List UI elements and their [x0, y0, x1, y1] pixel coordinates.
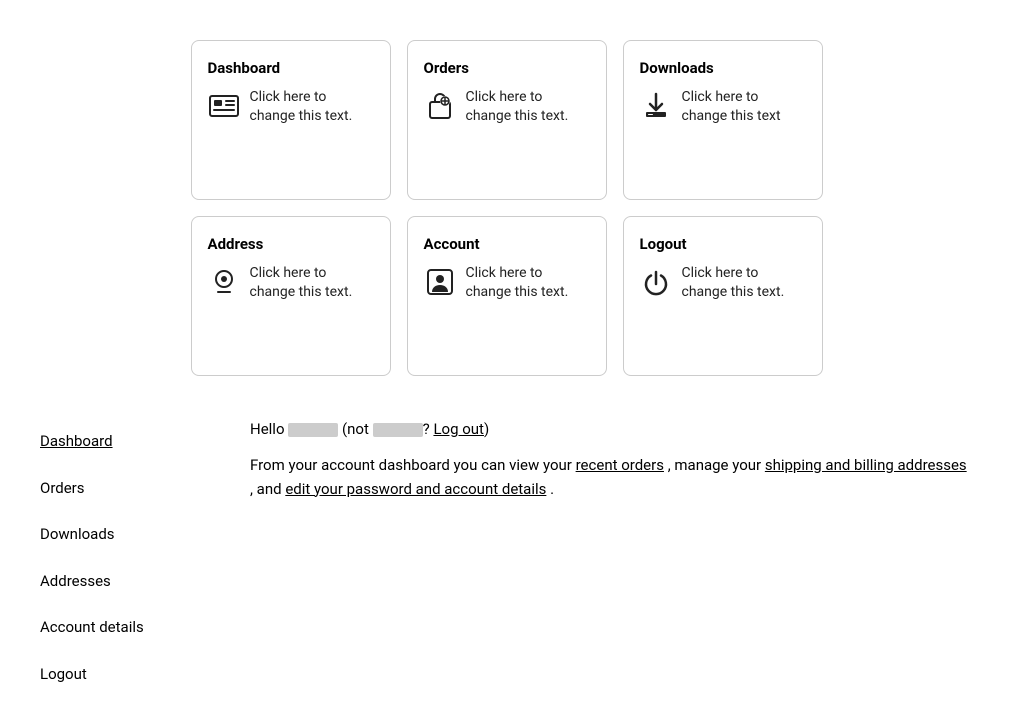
- sidebar-item-addresses[interactable]: Addresses: [40, 558, 190, 605]
- card-dashboard[interactable]: Dashboard Click here to change this text…: [191, 40, 391, 200]
- address-icon: [208, 266, 240, 298]
- desc-text-before: From your account dashboard you can view…: [250, 456, 572, 474]
- card-title-account: Account: [424, 233, 480, 256]
- downloads-icon: [640, 90, 672, 122]
- card-text-downloads: Click here to change this text: [682, 88, 806, 127]
- card-text-account: Click here to change this text.: [466, 264, 590, 303]
- hello-suffix: ?: [423, 420, 430, 438]
- cards-grid: Dashboard Click here to change this text…: [40, 20, 973, 376]
- card-text-logout: Click here to change this text.: [682, 264, 806, 303]
- card-header-orders: Orders: [424, 57, 590, 80]
- hello-prefix: Hello: [250, 420, 285, 438]
- sidebar-item-logout[interactable]: Logout: [40, 651, 190, 698]
- hello-line: Hello (not ? Log out): [250, 418, 973, 441]
- card-body-account: Click here to change this text.: [424, 264, 590, 303]
- email-redacted: [373, 423, 423, 437]
- sidebar-item-account-details[interactable]: Account details: [40, 604, 190, 651]
- card-text-address: Click here to change this text.: [250, 264, 374, 303]
- card-title-logout: Logout: [640, 233, 687, 256]
- card-orders[interactable]: Orders Click here to change this text.: [407, 40, 607, 200]
- card-title-dashboard: Dashboard: [208, 57, 281, 80]
- username-redacted: [288, 423, 338, 437]
- card-header-account: Account: [424, 233, 590, 256]
- card-title-address: Address: [208, 233, 264, 256]
- card-address[interactable]: Address Click here to change this text.: [191, 216, 391, 376]
- card-header-dashboard: Dashboard: [208, 57, 374, 80]
- card-text-orders: Click here to change this text.: [466, 88, 590, 127]
- card-downloads[interactable]: Downloads Click here to change this text: [623, 40, 823, 200]
- card-body-downloads: Click here to change this text: [640, 88, 806, 127]
- sidebar-nav: Dashboard Orders Downloads Addresses Acc…: [40, 418, 190, 697]
- sidebar-item-dashboard[interactable]: Dashboard: [40, 418, 190, 465]
- desc-text-end: .: [550, 480, 554, 498]
- card-body-orders: Click here to change this text.: [424, 88, 590, 127]
- desc-text-mid2: , and: [250, 480, 282, 498]
- sidebar-item-orders[interactable]: Orders: [40, 465, 190, 512]
- card-account[interactable]: Account Click here to change this text.: [407, 216, 607, 376]
- desc-text-mid1: , manage your: [668, 456, 761, 474]
- card-text-dashboard: Click here to change this text.: [250, 88, 374, 127]
- card-header-address: Address: [208, 233, 374, 256]
- card-header-logout: Logout: [640, 233, 806, 256]
- addresses-link[interactable]: shipping and billing addresses: [765, 456, 967, 474]
- card-body-address: Click here to change this text.: [208, 264, 374, 303]
- hello-close: ): [484, 420, 489, 438]
- card-body-logout: Click here to change this text.: [640, 264, 806, 303]
- card-logout[interactable]: Logout Click here to change this text.: [623, 216, 823, 376]
- logout-icon: [640, 266, 672, 298]
- card-body-dashboard: Click here to change this text.: [208, 88, 374, 127]
- recent-orders-link[interactable]: recent orders: [576, 456, 664, 474]
- card-title-orders: Orders: [424, 57, 469, 80]
- logout-link[interactable]: Log out: [433, 420, 484, 438]
- dashboard-icon: [208, 90, 240, 122]
- account-details-link[interactable]: edit your password and account details: [285, 480, 546, 498]
- hello-not-prefix: (not: [342, 420, 369, 438]
- card-header-downloads: Downloads: [640, 57, 806, 80]
- page-wrapper: Dashboard Click here to change this text…: [0, 0, 1013, 717]
- main-content: Hello (not ? Log out) From your account …: [250, 418, 973, 697]
- card-title-downloads: Downloads: [640, 57, 714, 80]
- account-description: From your account dashboard you can view…: [250, 453, 973, 501]
- bottom-section: Dashboard Orders Downloads Addresses Acc…: [40, 408, 973, 697]
- orders-icon: [424, 90, 456, 122]
- account-icon: [424, 266, 456, 298]
- sidebar-item-downloads[interactable]: Downloads: [40, 511, 190, 558]
